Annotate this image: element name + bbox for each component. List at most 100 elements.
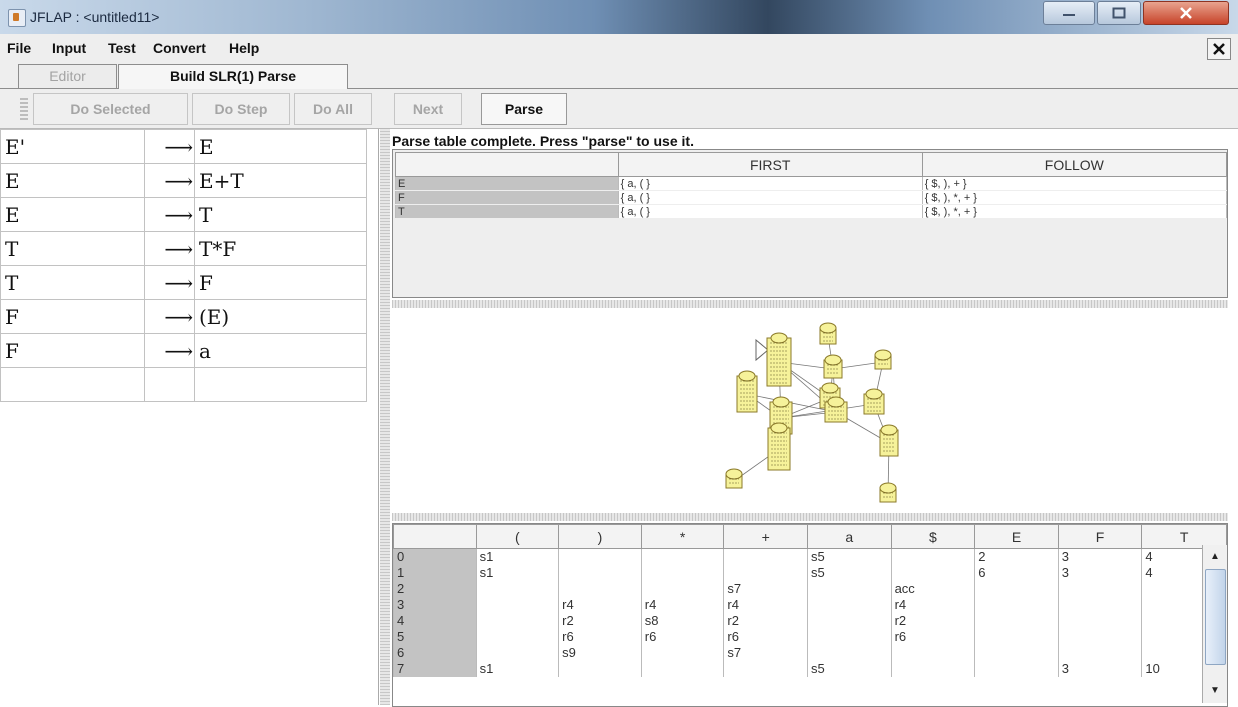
menu-input[interactable]: Input: [52, 40, 86, 56]
grammar-row[interactable]: E ⟶ E+T: [0, 163, 367, 198]
grammar-row[interactable]: T ⟶ F: [0, 265, 367, 300]
first-follow-cell[interactable]: { $, ), *, + }: [921, 190, 1228, 205]
first-follow-cell[interactable]: T: [395, 204, 619, 219]
parse-table-cell[interactable]: 6: [974, 565, 1059, 581]
parse-table-header[interactable]: a: [806, 524, 892, 549]
parse-table-cell[interactable]: [1057, 645, 1143, 661]
parse-table-cell[interactable]: [558, 548, 642, 565]
grammar-rhs[interactable]: a: [194, 333, 367, 368]
parse-table-row[interactable]: 6 s9 s7: [393, 645, 1227, 661]
parse-table-cell[interactable]: 2: [974, 548, 1059, 565]
parse-table-state[interactable]: 7: [393, 661, 477, 677]
grammar-arrow[interactable]: ⟶: [144, 163, 195, 198]
parse-table-header[interactable]: *: [640, 524, 725, 549]
parse-table-cell[interactable]: [890, 565, 976, 581]
parse-table-header[interactable]: +: [723, 524, 808, 549]
parse-table-cell[interactable]: [890, 548, 976, 565]
parse-table-cell[interactable]: [475, 613, 560, 629]
parse-table-cell[interactable]: [640, 548, 725, 565]
parse-table-cell[interactable]: [806, 597, 892, 613]
parse-table-cell[interactable]: 3: [1057, 565, 1143, 581]
split-divider-top[interactable]: [392, 300, 1228, 308]
parse-table-cell[interactable]: [974, 613, 1059, 629]
grammar-lhs[interactable]: E: [0, 163, 145, 198]
parse-table-cell[interactable]: 3: [1057, 661, 1143, 677]
split-divider-bottom[interactable]: [392, 513, 1228, 521]
parse-table-cell[interactable]: [806, 645, 892, 661]
grammar-row[interactable]: E ⟶ T: [0, 197, 367, 232]
parse-table-cell[interactable]: s1: [475, 661, 560, 677]
maximize-button[interactable]: [1097, 1, 1141, 25]
parse-table-cell[interactable]: [558, 661, 642, 677]
parse-table-header[interactable]: E: [974, 524, 1059, 549]
first-follow-row[interactable]: T{ a, ( }{ $, ), *, + }: [395, 204, 1228, 219]
parse-table-state[interactable]: 5: [393, 629, 477, 645]
parse-table-cell[interactable]: [890, 661, 976, 677]
menu-test[interactable]: Test: [108, 40, 136, 56]
parse-table-row[interactable]: 7 s1 s5 3 10: [393, 661, 1227, 677]
first-follow-cell[interactable]: { $, ), + }: [921, 176, 1228, 191]
first-follow-header[interactable]: FIRST: [617, 152, 923, 177]
grammar-rhs[interactable]: F: [194, 265, 367, 300]
parse-table-state[interactable]: 4: [393, 613, 477, 629]
parse-table-cell[interactable]: [558, 581, 642, 597]
grammar-lhs[interactable]: E': [0, 129, 145, 164]
parse-table-cell[interactable]: [806, 581, 892, 597]
menu-help[interactable]: Help: [229, 40, 259, 56]
grammar-lhs[interactable]: E: [0, 197, 145, 232]
parse-table-cell[interactable]: [1057, 613, 1143, 629]
parse-table-cell[interactable]: r4: [723, 597, 808, 613]
parse-table-cell[interactable]: 3: [1057, 548, 1143, 565]
grammar-rhs[interactable]: T: [194, 197, 367, 232]
parse-table-cell[interactable]: [1057, 629, 1143, 645]
parse-table-cell[interactable]: [640, 645, 725, 661]
parse-table-cell[interactable]: [1057, 597, 1143, 613]
parse-table-header[interactable]: ): [558, 524, 642, 549]
parse-table-cell[interactable]: r4: [640, 597, 725, 613]
parse-table-cell[interactable]: r2: [723, 613, 808, 629]
scroll-up-arrow-icon[interactable]: ▲: [1205, 547, 1225, 567]
parse-table-cell[interactable]: [890, 645, 976, 661]
parse-table-cell[interactable]: [723, 548, 808, 565]
grammar-arrow[interactable]: ⟶: [144, 299, 195, 334]
do-selected-button[interactable]: Do Selected: [33, 93, 188, 125]
parse-table-cell[interactable]: acc: [890, 581, 976, 597]
parse-table-cell[interactable]: [974, 629, 1059, 645]
first-follow-cell[interactable]: F: [395, 190, 619, 205]
grammar-row[interactable]: [0, 367, 367, 402]
parse-table-cell[interactable]: r2: [558, 613, 642, 629]
parse-table-row[interactable]: 0 s1 s5 2 3 4: [393, 548, 1227, 565]
grammar-arrow[interactable]: ⟶: [144, 197, 195, 232]
grammar-rhs[interactable]: E+T: [194, 163, 367, 198]
close-tab-button[interactable]: [1207, 38, 1231, 60]
first-follow-cell[interactable]: { a, ( }: [617, 176, 923, 191]
minimize-button[interactable]: [1043, 1, 1095, 25]
parse-table-cell[interactable]: r6: [723, 629, 808, 645]
parse-table-cell[interactable]: [974, 597, 1059, 613]
do-step-button[interactable]: Do Step: [192, 93, 290, 125]
parse-table-state[interactable]: 3: [393, 597, 477, 613]
parse-table-cell[interactable]: s5: [806, 548, 892, 565]
tab-build-slr1-parse[interactable]: Build SLR(1) Parse: [118, 64, 348, 89]
parse-table-cell[interactable]: r4: [558, 597, 642, 613]
parse-table-cell[interactable]: [974, 645, 1059, 661]
parse-table-cell[interactable]: r2: [890, 613, 976, 629]
grammar-rhs[interactable]: T*F: [194, 231, 367, 266]
parse-table-scrollbar[interactable]: ▲ ▼: [1202, 545, 1227, 703]
parse-button[interactable]: Parse: [481, 93, 567, 125]
grammar-arrow[interactable]: [144, 367, 195, 402]
grammar-lhs[interactable]: F: [0, 333, 145, 368]
grammar-lhs[interactable]: T: [0, 265, 145, 300]
first-follow-header[interactable]: [395, 152, 619, 177]
parse-table-header[interactable]: $: [890, 524, 976, 549]
parse-table-cell[interactable]: s1: [475, 565, 560, 581]
parse-table-cell[interactable]: s7: [723, 581, 808, 597]
next-button[interactable]: Next: [394, 93, 462, 125]
grammar-lhs[interactable]: [0, 367, 145, 402]
parse-table-header[interactable]: F: [1057, 524, 1143, 549]
first-follow-cell[interactable]: { a, ( }: [617, 204, 923, 219]
parse-table-cell[interactable]: s1: [475, 548, 560, 565]
grammar-lhs[interactable]: T: [0, 231, 145, 266]
grammar-row[interactable]: F ⟶ (E): [0, 299, 367, 334]
grammar-arrow[interactable]: ⟶: [144, 231, 195, 266]
